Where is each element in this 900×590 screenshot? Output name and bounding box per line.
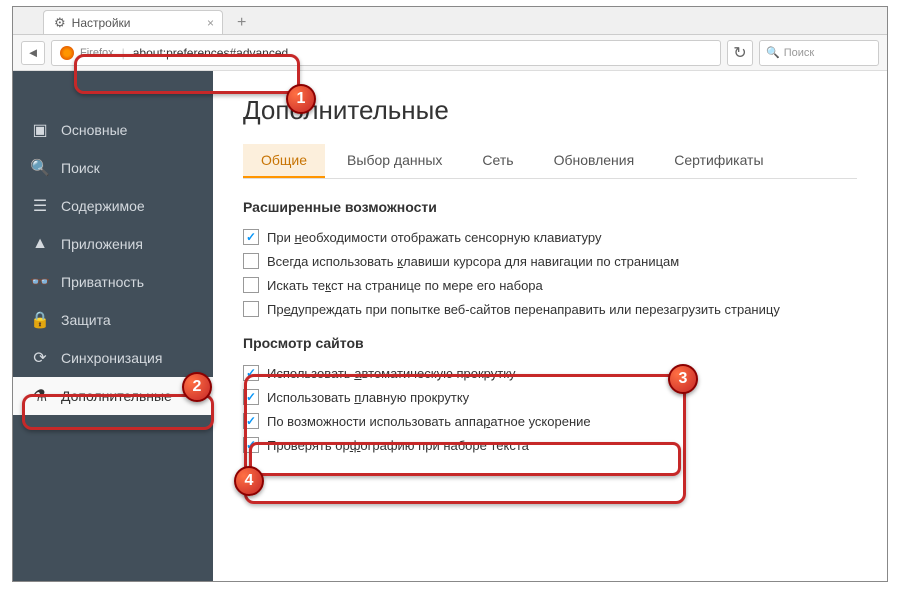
section-title-accessibility: Расширенные возможности	[243, 199, 857, 215]
checkbox-row-autoscroll[interactable]: Использовать автоматическую прокрутку	[243, 361, 857, 385]
checkbox-row-search-typing[interactable]: Искать текст на странице по мере его наб…	[243, 273, 857, 297]
checkbox-row-spellcheck[interactable]: Проверять орфографию при наборе текста	[243, 433, 857, 457]
sidebar-item-content[interactable]: ☰ Содержимое	[13, 187, 213, 225]
checkbox[interactable]	[243, 365, 259, 381]
sidebar-item-security[interactable]: 🔒 Защита	[13, 301, 213, 339]
search-icon: 🔍	[31, 159, 49, 177]
sidebar: ▣ Основные 🔍 Поиск ☰ Содержимое ▲ Прилож…	[13, 71, 213, 581]
content-area: Дополнительные Общие Выбор данных Сеть О…	[213, 71, 887, 581]
url-text: about:preferences#advanced	[133, 46, 288, 60]
tab-certificates[interactable]: Сертификаты	[656, 144, 781, 178]
checkbox[interactable]	[243, 301, 259, 317]
sidebar-item-label: Приложения	[61, 236, 143, 252]
sync-icon: ⟳	[31, 349, 49, 367]
checkbox[interactable]	[243, 229, 259, 245]
checkbox-label: Искать текст на странице по мере его наб…	[267, 278, 543, 293]
checkbox-label: Предупреждать при попытке веб-сайтов пер…	[267, 302, 780, 317]
sidebar-item-label: Синхронизация	[61, 350, 162, 366]
checkbox[interactable]	[243, 389, 259, 405]
url-prefix: Firefox	[80, 47, 114, 59]
sidebar-item-sync[interactable]: ⟳ Синхронизация	[13, 339, 213, 377]
checkbox-label: При необходимости отображать сенсорную к…	[267, 230, 601, 245]
sidebar-item-label: Дополнительные	[61, 388, 172, 404]
checkbox-label: Проверять орфографию при наборе текста	[267, 438, 529, 453]
sidebar-item-general[interactable]: ▣ Основные	[13, 111, 213, 149]
sidebar-item-label: Приватность	[61, 274, 144, 290]
document-icon: ☰	[31, 197, 49, 215]
checkbox-label: Использовать автоматическую прокрутку	[267, 366, 516, 381]
checkbox-row-hw-accel[interactable]: По возможности использовать аппаратное у…	[243, 409, 857, 433]
lock-icon: 🔒	[31, 311, 49, 329]
tab-data-choices[interactable]: Выбор данных	[329, 144, 460, 178]
checkbox-label: Использовать плавную прокрутку	[267, 390, 469, 405]
search-icon: 🔍	[766, 46, 780, 59]
tab-updates[interactable]: Обновления	[536, 144, 653, 178]
tab-title: Настройки	[72, 16, 131, 30]
sidebar-item-label: Содержимое	[61, 198, 145, 214]
section-title-browsing: Просмотр сайтов	[243, 335, 857, 351]
browser-tab-settings[interactable]: ⚙ Настройки ×	[43, 10, 223, 34]
advanced-icon: ⚗	[31, 387, 49, 405]
page-title: Дополнительные	[243, 95, 857, 126]
tab-network[interactable]: Сеть	[464, 144, 531, 178]
firefox-icon	[60, 46, 74, 60]
checkbox[interactable]	[243, 413, 259, 429]
close-icon[interactable]: ×	[207, 16, 214, 30]
checkbox-row-warn-redirect[interactable]: Предупреждать при попытке веб-сайтов пер…	[243, 297, 857, 321]
checkbox-row-cursor-keys[interactable]: Всегда использовать клавиши курсора для …	[243, 249, 857, 273]
gear-icon: ⚙	[54, 15, 66, 31]
toolbar: ◄ Firefox | about:preferences#advanced ↻…	[13, 35, 887, 71]
rocket-icon: ▲	[31, 235, 49, 253]
checkbox-row-smooth-scroll[interactable]: Использовать плавную прокрутку	[243, 385, 857, 409]
sidebar-item-label: Основные	[61, 122, 127, 138]
checkbox-label: По возможности использовать аппаратное у…	[267, 414, 591, 429]
reload-button[interactable]: ↻	[727, 40, 753, 66]
checkbox-label: Всегда использовать клавиши курсора для …	[267, 254, 679, 269]
back-button[interactable]: ◄	[21, 41, 45, 65]
new-tab-button[interactable]: +	[229, 12, 254, 34]
url-bar[interactable]: Firefox | about:preferences#advanced	[51, 40, 721, 66]
search-box[interactable]: 🔍 Поиск	[759, 40, 879, 66]
sub-tabs: Общие Выбор данных Сеть Обновления Серти…	[243, 144, 857, 179]
sidebar-item-label: Защита	[61, 312, 111, 328]
sidebar-item-label: Поиск	[61, 160, 100, 176]
sidebar-item-privacy[interactable]: 👓 Приватность	[13, 263, 213, 301]
checkbox[interactable]	[243, 437, 259, 453]
checkbox[interactable]	[243, 277, 259, 293]
tab-general[interactable]: Общие	[243, 144, 325, 178]
sidebar-item-search[interactable]: 🔍 Поиск	[13, 149, 213, 187]
sidebar-item-apps[interactable]: ▲ Приложения	[13, 225, 213, 263]
panel-icon: ▣	[31, 121, 49, 139]
checkbox[interactable]	[243, 253, 259, 269]
mask-icon: 👓	[31, 273, 49, 291]
checkbox-row-touch-keyboard[interactable]: При необходимости отображать сенсорную к…	[243, 225, 857, 249]
tab-bar: ⚙ Настройки × +	[13, 7, 887, 35]
search-placeholder: Поиск	[784, 47, 814, 59]
sidebar-item-advanced[interactable]: ⚗ Дополнительные	[13, 377, 213, 415]
